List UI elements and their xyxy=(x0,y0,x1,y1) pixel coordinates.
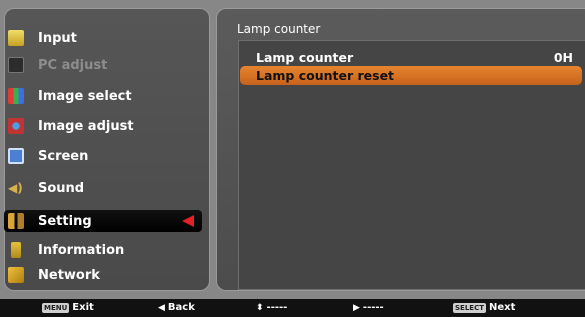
help-exit-label: Exit xyxy=(72,302,94,313)
left-arrow-icon: ◀ xyxy=(158,302,165,313)
menu-item-label: Image adjust xyxy=(38,118,134,134)
input-icon xyxy=(8,30,24,46)
menu-item-input[interactable]: Input xyxy=(4,27,202,49)
help-back-label: Back xyxy=(167,302,195,313)
lamp-counter-label: Lamp counter xyxy=(256,50,354,65)
image-select-icon xyxy=(8,88,24,104)
right-arrow-icon: ▶ xyxy=(353,302,360,313)
lamp-counter-row: Lamp counter 0H xyxy=(240,48,585,67)
menu-item-image-adjust[interactable]: Image adjust xyxy=(4,115,202,137)
help-right-label: ----- xyxy=(362,302,384,313)
information-icon xyxy=(11,242,21,258)
menu-item-setting[interactable]: Setting xyxy=(4,210,202,232)
help-next-label: Next xyxy=(488,302,516,313)
menu-item-label: Information xyxy=(38,242,125,258)
menu-item-label: Setting xyxy=(38,213,92,229)
selected-arrow-icon xyxy=(182,215,194,227)
menu-item-image-select[interactable]: Image select xyxy=(4,85,202,107)
help-next: SELECT Next xyxy=(453,302,515,313)
up-down-arrow-icon: ⬍ xyxy=(256,302,264,313)
help-updown-label: ----- xyxy=(266,302,288,313)
menu-item-pc-adjust[interactable]: PC adjust xyxy=(4,54,202,76)
sound-icon: ◀) xyxy=(8,181,23,195)
help-back: ◀ Back xyxy=(158,302,195,313)
help-updown: ⬍ ----- xyxy=(256,302,287,313)
screen-icon xyxy=(8,148,24,164)
menu-item-label: Sound xyxy=(38,180,85,196)
lamp-counter-reset-row[interactable]: Lamp counter reset xyxy=(240,66,582,85)
help-bar: MENU Exit ◀ Back ⬍ ----- ▶ ----- SELECT … xyxy=(0,299,585,317)
menu-item-information[interactable]: Information xyxy=(4,239,202,261)
image-adjust-icon xyxy=(8,118,24,134)
select-key-icon: SELECT xyxy=(453,302,486,313)
menu-item-label: Network xyxy=(38,267,100,283)
menu-item-label: Screen xyxy=(38,148,89,164)
menu-key-icon: MENU xyxy=(42,302,70,313)
panel-title: Lamp counter xyxy=(237,22,321,36)
menu-item-network[interactable]: Network xyxy=(4,264,202,286)
menu-item-label: PC adjust xyxy=(38,57,108,73)
setting-icon xyxy=(8,213,24,229)
menu-item-screen[interactable]: Screen xyxy=(4,145,202,167)
menu-item-label: Input xyxy=(38,30,77,46)
help-exit: MENU Exit xyxy=(42,302,94,313)
network-icon xyxy=(8,267,24,283)
help-right: ▶ ----- xyxy=(353,302,384,313)
menu-item-sound[interactable]: ◀) Sound xyxy=(4,177,202,199)
pc-adjust-icon xyxy=(8,57,24,73)
lamp-counter-reset-label: Lamp counter reset xyxy=(256,68,395,83)
lamp-counter-value: 0H xyxy=(553,50,573,65)
menu-item-label: Image select xyxy=(38,88,132,104)
